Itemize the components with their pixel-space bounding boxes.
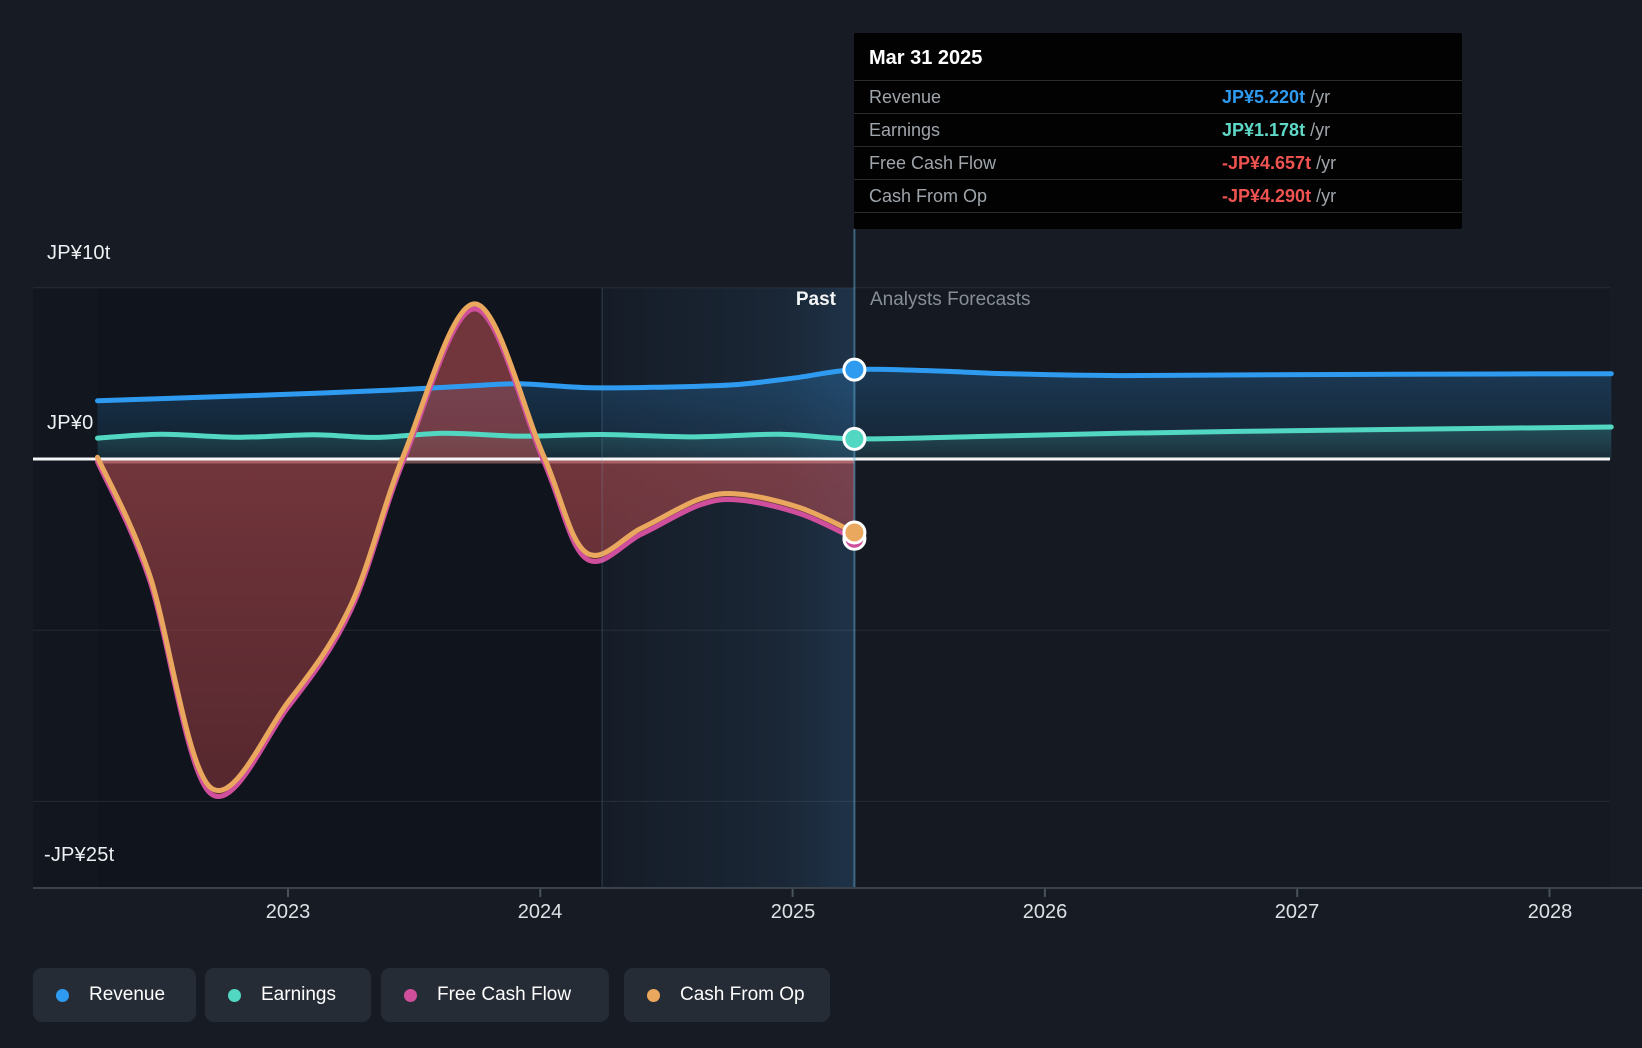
- tooltip-label: Free Cash Flow: [869, 153, 997, 173]
- past-section-label: Past: [795, 289, 836, 310]
- tooltip-value: -JP¥4.657t: [1222, 153, 1312, 173]
- tooltip-date: Mar 31 2025: [854, 33, 1462, 81]
- x-axis-label-2025: 2025: [770, 901, 816, 923]
- tooltip-value: JP¥1.178t: [1222, 120, 1306, 140]
- y-axis-label-minus25t: -JP¥25t: [44, 844, 115, 866]
- earnings-revenue-history-chart: JP¥10t JP¥0 -JP¥25t Past Analysts Foreca…: [0, 0, 1642, 1048]
- x-axis-label-2027: 2027: [1274, 901, 1320, 923]
- legend-label: Free Cash Flow: [437, 984, 572, 1005]
- earnings-series-dot-icon: [228, 988, 241, 1002]
- legend-chip-earnings[interactable]: Earnings: [205, 968, 371, 1022]
- tooltip-row-free-cash-flow: Free Cash Flow -JP¥4.657t /yr: [854, 147, 1462, 180]
- legend-label: Cash From Op: [680, 984, 805, 1005]
- y-axis-label-0: JP¥0: [47, 412, 94, 434]
- tooltip-row-revenue: Revenue JP¥5.220t /yr: [854, 81, 1462, 114]
- x-axis-label-2024: 2024: [517, 901, 563, 923]
- tooltip-suffix: /yr: [1310, 87, 1331, 107]
- x-axis: 2023 2024 2025 2026 2027 2028: [0, 901, 1642, 927]
- legend-chip-free-cash-flow[interactable]: Free Cash Flow: [381, 968, 609, 1022]
- tooltip-label: Cash From Op: [869, 186, 988, 206]
- tooltip-suffix: /yr: [1316, 153, 1337, 173]
- tooltip-value: -JP¥4.290t: [1222, 186, 1312, 206]
- tooltip-label: Earnings: [869, 120, 941, 140]
- tooltip-row-cash-from-op: Cash From Op -JP¥4.290t /yr: [854, 180, 1462, 213]
- y-axis-label-10t: JP¥10t: [47, 242, 111, 264]
- x-axis-label-2026: 2026: [1022, 901, 1068, 923]
- legend-label: Revenue: [89, 984, 166, 1005]
- analysts-forecasts-section-label: Analysts Forecasts: [870, 289, 1031, 310]
- revenue-series-dot-icon: [56, 988, 69, 1002]
- chart-tooltip: Mar 31 2025 Revenue JP¥5.220t /yr Earnin…: [854, 33, 1462, 229]
- tooltip-suffix: /yr: [1316, 186, 1337, 206]
- tooltip-value: JP¥5.220t: [1222, 87, 1306, 107]
- free-cash-flow-series-dot-icon: [404, 988, 417, 1002]
- legend-chip-cash-from-op[interactable]: Cash From Op: [624, 968, 830, 1022]
- tooltip-suffix: /yr: [1310, 120, 1331, 140]
- tooltip-label: Revenue: [869, 87, 942, 107]
- cash-from-op-series-dot-icon: [647, 988, 660, 1002]
- tooltip-row-earnings: Earnings JP¥1.178t /yr: [854, 114, 1462, 147]
- legend-chip-revenue[interactable]: Revenue: [33, 968, 196, 1022]
- x-axis-label-2028: 2028: [1527, 901, 1573, 923]
- chart-legend: Revenue Earnings Free Cash Flow Cash Fro…: [0, 968, 1642, 1022]
- legend-label: Earnings: [261, 984, 336, 1005]
- x-axis-label-2023: 2023: [265, 901, 311, 923]
